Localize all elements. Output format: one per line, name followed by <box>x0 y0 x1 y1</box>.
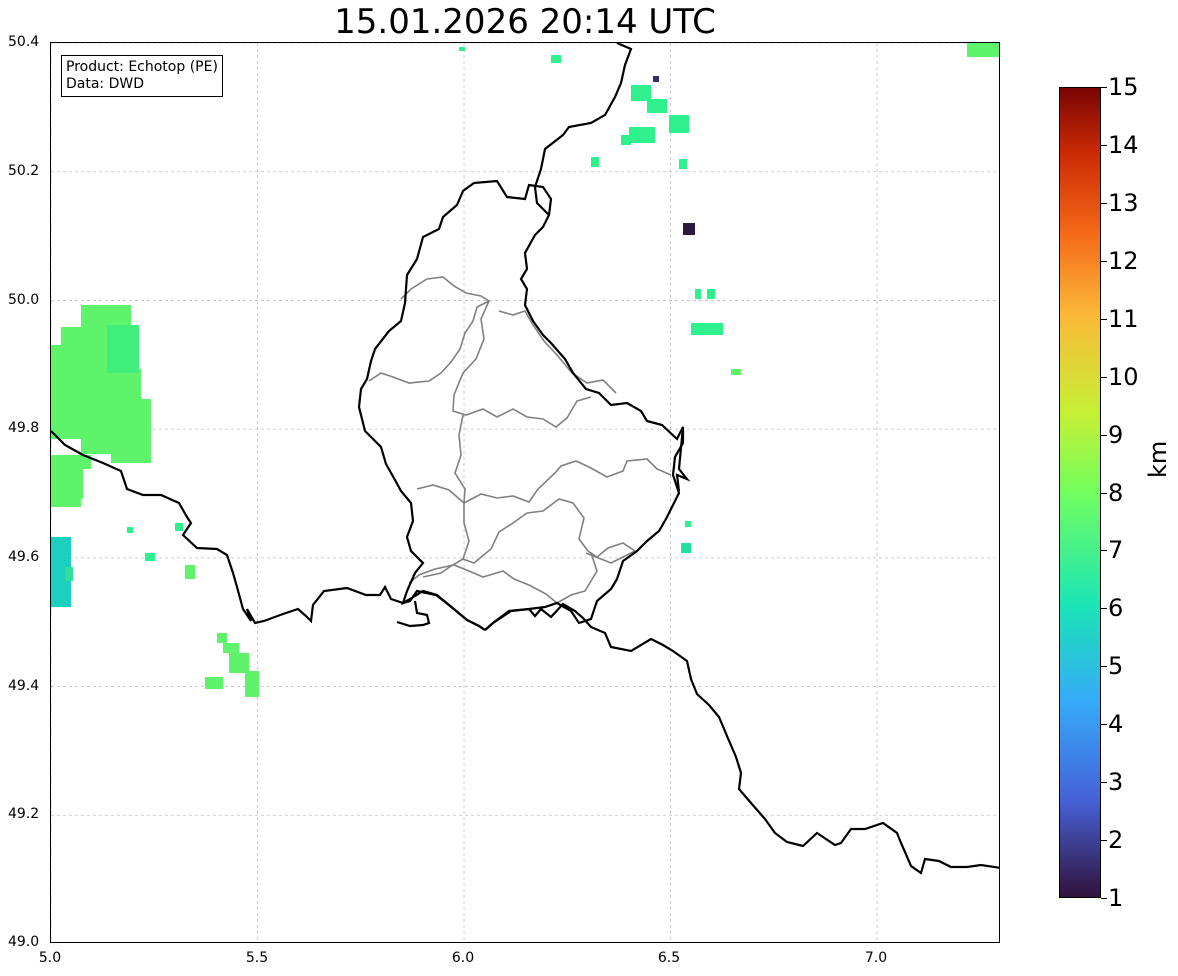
echo-cell <box>631 85 651 101</box>
echo-cell <box>653 76 659 82</box>
colorbar-tick-mark <box>1101 144 1107 146</box>
echo-cell <box>127 527 133 533</box>
y-tick-label: 49.2 <box>8 806 40 822</box>
colorbar-tick-label: 4 <box>1108 710 1124 739</box>
echo-cell <box>683 223 695 235</box>
colorbar-tick-label: 9 <box>1108 420 1124 449</box>
y-tick-label: 49.8 <box>8 420 40 436</box>
echo-cell <box>647 99 667 113</box>
grid-lines <box>51 43 999 942</box>
colorbar-tick-label: 2 <box>1108 826 1124 855</box>
borders <box>51 43 999 875</box>
echo-cell <box>101 313 131 323</box>
info-box: Product: Echotop (PE) Data: DWD <box>61 55 223 97</box>
colorbar-tick-mark <box>1101 492 1107 494</box>
radar-echoes <box>51 43 999 697</box>
y-tick-label: 49.6 <box>8 549 40 565</box>
colorbar-tick-mark <box>1101 376 1107 378</box>
map-canvas <box>51 43 999 942</box>
echo-cell <box>591 157 599 167</box>
colorbar-label: km <box>1144 440 1172 478</box>
echo-cell <box>679 159 687 169</box>
echo-cell <box>217 633 227 643</box>
echo-cell <box>681 543 691 553</box>
country-border <box>533 43 633 216</box>
echo-cell <box>695 289 701 299</box>
product-label: Product: Echotop (PE) <box>66 59 218 75</box>
country-border <box>357 179 685 631</box>
echo-cell <box>51 369 141 399</box>
colorbar-tick-mark <box>1101 87 1107 88</box>
echo-cell <box>245 671 259 697</box>
colorbar-tick-mark <box>1101 260 1107 262</box>
y-tick-label: 50.4 <box>8 34 40 50</box>
y-tick-label: 49.0 <box>8 934 40 950</box>
colorbar-tick-mark <box>1101 318 1107 320</box>
echo-cell <box>669 115 689 133</box>
map-title: 15.01.2026 20:14 UTC <box>334 2 716 42</box>
x-tick-label: 5.0 <box>38 950 62 966</box>
y-tick-label: 50.0 <box>8 292 40 308</box>
echo-cell <box>51 463 83 499</box>
data-source-label: Data: DWD <box>66 76 144 92</box>
echo-cell <box>223 643 239 653</box>
colorbar-tick-label: 5 <box>1108 652 1124 681</box>
echo-cell <box>967 43 999 57</box>
echo-cell <box>629 127 655 143</box>
colorbar-tick-label: 1 <box>1108 884 1124 912</box>
map-area[interactable] <box>50 42 1000 943</box>
echo-cell <box>551 55 561 63</box>
colorbar-tick-mark <box>1101 666 1107 668</box>
x-tick-label: 7.0 <box>864 950 888 966</box>
colorbar <box>1059 87 1101 898</box>
echo-cell <box>459 47 465 51</box>
echo-cell <box>685 521 691 527</box>
echo-cell <box>691 323 723 335</box>
colorbar-tick-label: 7 <box>1108 536 1124 565</box>
colorbar-tick-mark <box>1101 608 1107 610</box>
echo-cell <box>145 553 155 561</box>
district-border <box>454 414 672 505</box>
echo-cell <box>65 567 73 581</box>
colorbar-tick-label: 15 <box>1108 73 1139 101</box>
colorbar-tick-label: 13 <box>1108 188 1139 217</box>
echo-cell <box>51 399 151 439</box>
x-tick-label: 5.5 <box>245 950 269 966</box>
y-tick-label: 49.4 <box>8 678 40 694</box>
colorbar-tick-mark <box>1101 724 1107 726</box>
echo-cell <box>175 523 183 531</box>
colorbar-tick-label: 11 <box>1108 304 1139 333</box>
echo-cell <box>229 653 249 673</box>
echo-cell <box>107 325 139 373</box>
colorbar-tick-label: 14 <box>1108 130 1139 159</box>
district-border <box>368 276 491 384</box>
colorbar-tick-label: 6 <box>1108 594 1124 623</box>
colorbar-tick-label: 8 <box>1108 478 1124 507</box>
colorbar-tick-label: 12 <box>1108 246 1139 275</box>
colorbar-tick-label: 3 <box>1108 768 1124 797</box>
colorbar-tick-mark <box>1101 550 1107 552</box>
colorbar-tick-mark <box>1101 782 1107 784</box>
echo-cell <box>731 369 741 375</box>
colorbar-tick-mark <box>1101 840 1107 842</box>
echo-cell <box>707 289 715 299</box>
echo-cell <box>81 438 151 454</box>
district-border <box>416 484 637 564</box>
echo-cell <box>185 565 195 579</box>
colorbar-tick-mark <box>1101 202 1107 204</box>
colorbar-tick-mark <box>1101 434 1107 436</box>
echo-cell <box>51 499 81 507</box>
echo-cell <box>111 453 151 463</box>
y-tick-label: 50.2 <box>8 163 40 179</box>
country-border <box>484 602 999 875</box>
echo-cell <box>205 677 223 689</box>
colorbar-tick-label: 10 <box>1108 362 1139 391</box>
colorbar-tick-mark <box>1101 898 1107 899</box>
x-tick-label: 6.0 <box>451 950 475 966</box>
x-tick-label: 6.5 <box>657 950 681 966</box>
